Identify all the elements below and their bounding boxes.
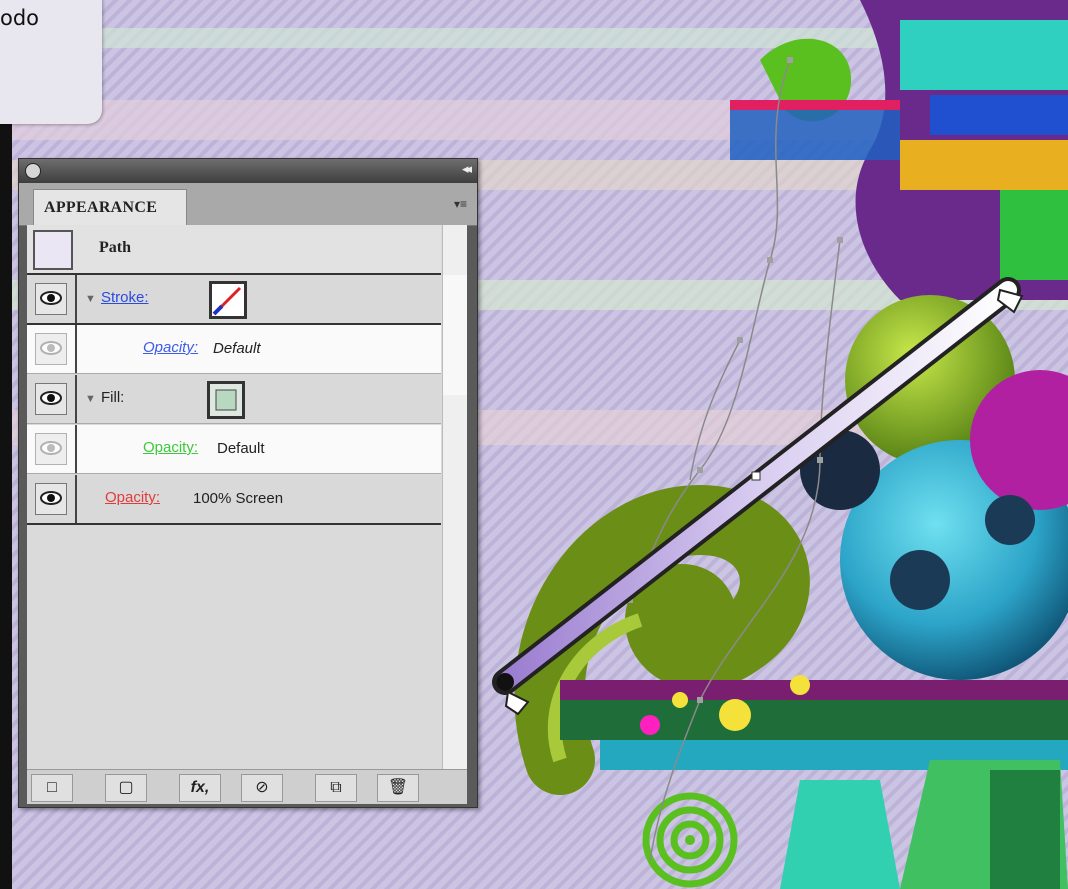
tooltip: odo [0, 0, 102, 124]
panel-scrollbar[interactable] [442, 225, 467, 769]
add-new-fill-icon[interactable]: ▢ [105, 774, 147, 802]
clear-appearance-icon[interactable]: ⊘ [241, 774, 283, 802]
appearance-panel: ◂◂ APPEARANCE ▾≡ Path ▼ Stroke: Opacity:… [18, 158, 478, 808]
tab-appearance-label: APPEARANCE [44, 199, 158, 216]
fill-row[interactable]: ▼ Fill: [27, 375, 441, 424]
visibility-eye-icon[interactable] [35, 333, 67, 365]
scrollbar-thumb[interactable] [443, 275, 467, 395]
panel-title-bar[interactable]: ◂◂ [19, 159, 477, 183]
panel-bottom-toolbar: □ ▢ fx, ⊘ ⧉ 🗑 [27, 769, 467, 804]
tooltip-text: odo [0, 6, 40, 30]
panel-tab-row: APPEARANCE ▾≡ [19, 183, 477, 226]
disclosure-triangle-icon[interactable]: ▼ [85, 393, 96, 405]
stroke-swatch-icon[interactable] [209, 281, 247, 319]
collapse-icon[interactable]: ◂◂ [462, 161, 472, 177]
add-new-stroke-icon[interactable]: □ [31, 774, 73, 802]
object-opacity-row[interactable]: Opacity: 100% Screen [27, 475, 441, 525]
opacity-value: 100% Screen [193, 490, 284, 507]
panel-menu-icon[interactable]: ▾≡ [454, 197, 467, 211]
panel-body: Path ▼ Stroke: Opacity: Default ▼ Fill: [27, 225, 467, 769]
opacity-value: Default [213, 340, 261, 357]
opacity-label[interactable]: Opacity: [143, 339, 198, 356]
stroke-label[interactable]: Stroke: [101, 289, 149, 306]
opacity-label[interactable]: Opacity: [105, 489, 160, 506]
visibility-eye-icon[interactable] [35, 383, 67, 415]
disclosure-triangle-icon[interactable]: ▼ [85, 293, 96, 305]
opacity-label[interactable]: Opacity: [143, 439, 198, 456]
panel-close-button[interactable] [25, 163, 41, 179]
visibility-eye-icon[interactable] [35, 483, 67, 515]
fill-swatch-icon[interactable] [207, 381, 245, 419]
delete-item-icon[interactable]: 🗑 [377, 774, 419, 802]
visibility-eye-icon[interactable] [35, 433, 67, 465]
opacity-value: Default [217, 440, 265, 457]
add-new-effect-icon[interactable]: fx, [179, 774, 221, 802]
visibility-eye-icon[interactable] [35, 283, 67, 315]
fill-label[interactable]: Fill: [101, 389, 124, 406]
object-thumbnail [33, 230, 73, 270]
duplicate-item-icon[interactable]: ⧉ [315, 774, 357, 802]
object-label: Path [99, 239, 131, 256]
tab-appearance[interactable]: APPEARANCE [33, 189, 187, 226]
stroke-opacity-row[interactable]: Opacity: Default [27, 325, 441, 374]
fill-opacity-row[interactable]: Opacity: Default [27, 425, 441, 474]
object-row[interactable]: Path [27, 225, 441, 275]
window-edge [0, 0, 12, 889]
stroke-row[interactable]: ▼ Stroke: [27, 275, 441, 325]
